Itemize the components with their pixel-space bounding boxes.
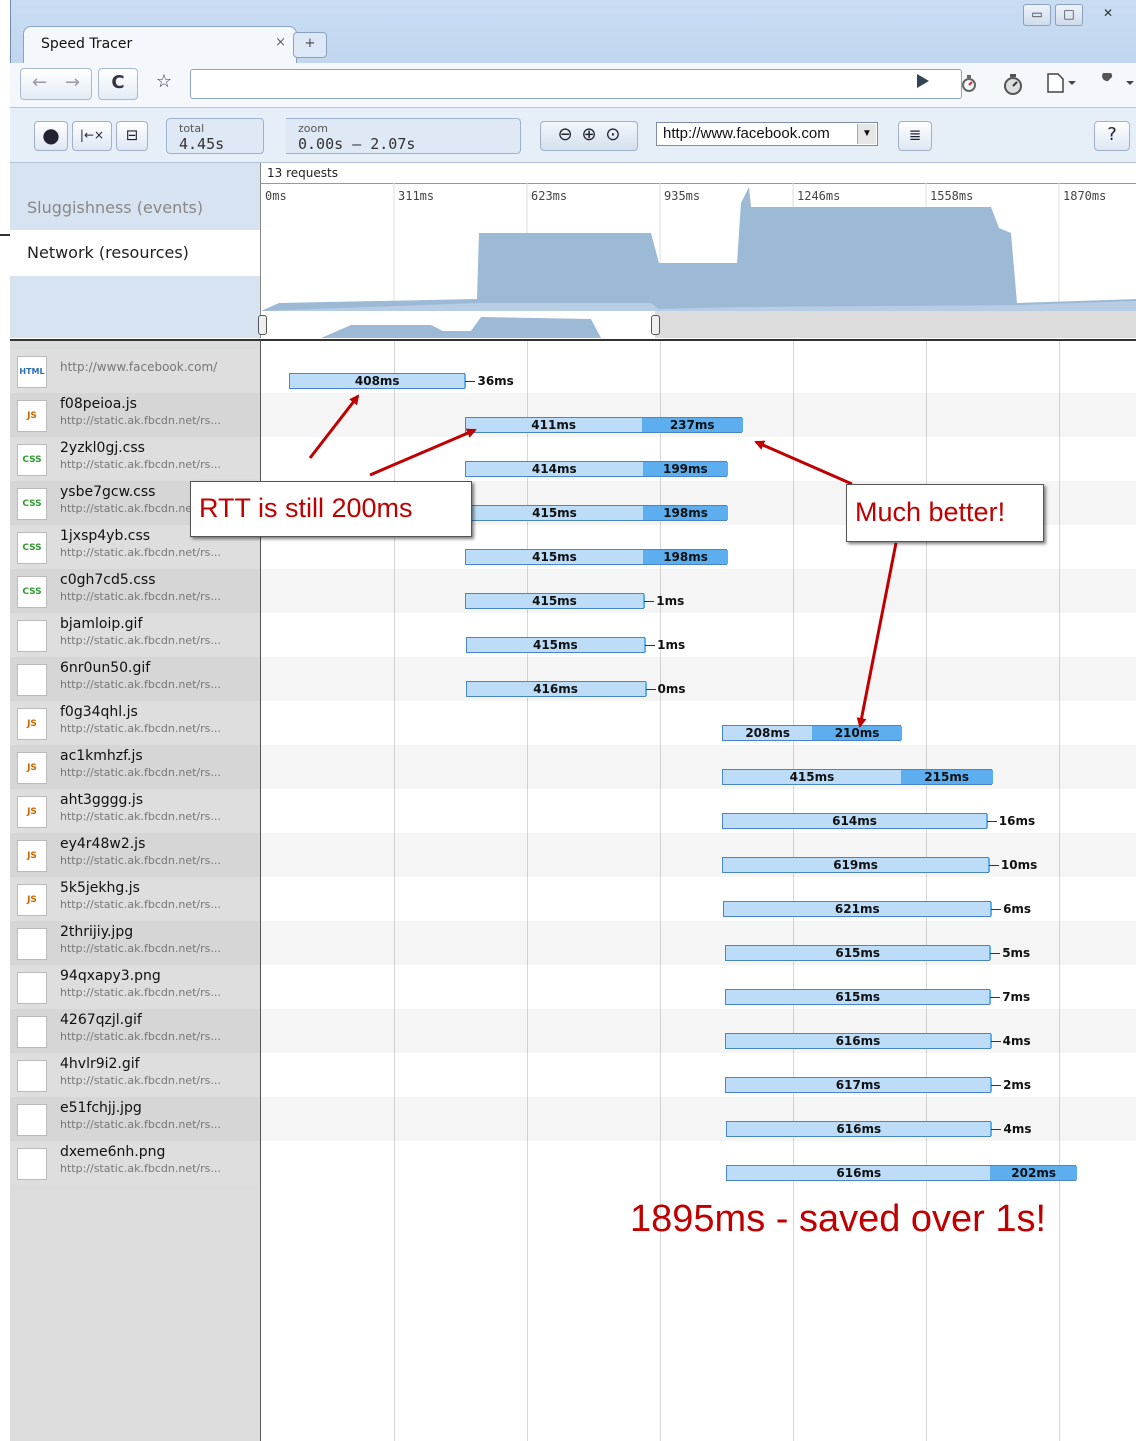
much-better-callout: Much better! bbox=[846, 484, 1044, 542]
rtt-callout: RTT is still 200ms bbox=[190, 481, 472, 537]
summary-note: 1895ms - saved over 1s! bbox=[630, 1198, 1047, 1240]
arrow-to-js-bar bbox=[369, 428, 477, 477]
arrow-to-js-wait bbox=[754, 440, 853, 486]
arrow-to-f0g34qhl-bar bbox=[856, 542, 898, 728]
arrow-to-html-bar bbox=[308, 394, 360, 459]
